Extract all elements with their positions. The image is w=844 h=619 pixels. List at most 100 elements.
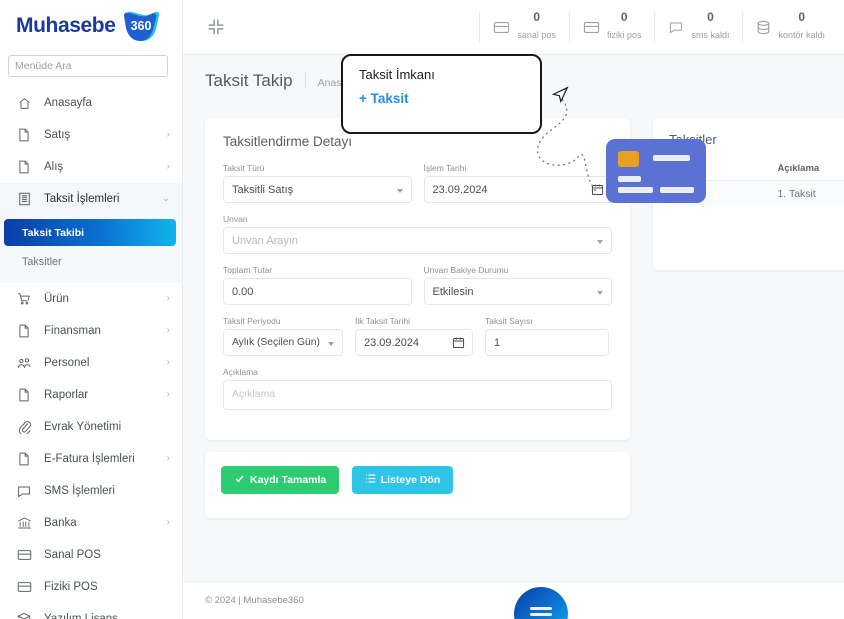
- cursor-arrow-icon: [549, 84, 571, 111]
- document-icon: [14, 158, 34, 176]
- sidebar-item-yazilim-lisans[interactable]: Yazılım Lisans: [0, 603, 182, 619]
- stat-kontor-kaldi[interactable]: 0 kontör kaldı: [742, 10, 838, 42]
- sidebar-item-fiziki-pos[interactable]: Fiziki POS: [0, 571, 182, 603]
- sidebar-item-sanal-pos[interactable]: Sanal POS: [0, 539, 182, 571]
- taksitlendirme-form-card: Taksitlendirme Detayı Taksit Türü Taksit…: [205, 118, 630, 440]
- sidebar-item-sms-islemleri[interactable]: SMS İşlemleri: [0, 475, 182, 507]
- document-icon: [14, 450, 34, 468]
- check-icon: [234, 473, 245, 487]
- field-label: Taksit Türü: [223, 163, 265, 173]
- chevron-right-icon: ›: [166, 357, 170, 368]
- sidebar-item-personel[interactable]: Personel ›: [0, 347, 182, 379]
- field-placeholder: Unvan Arayın: [232, 234, 299, 247]
- sidebar-item-raporlar[interactable]: Raporlar ›: [0, 379, 182, 411]
- taksit-sayisi-input[interactable]: 1: [485, 329, 609, 356]
- toplam-tutar-input[interactable]: 0.00: [223, 278, 412, 305]
- sidebar-item-label: SMS İşlemleri: [44, 485, 115, 497]
- ilk-taksit-tarihi-input[interactable]: 23.09.2024: [355, 329, 473, 356]
- card-icon: [14, 578, 34, 596]
- document-icon: [14, 386, 34, 404]
- save-button-label: Kaydı Tamamla: [250, 474, 327, 486]
- field-value: Taksitli Satış: [232, 183, 294, 196]
- card-icon: [583, 21, 600, 34]
- list-icon: [365, 473, 376, 487]
- document-icon: [14, 322, 34, 340]
- sidebar-item-taksit-takibi[interactable]: Taksit Takibi: [4, 219, 176, 246]
- breadcrumb-divider: [304, 73, 306, 89]
- stat-sms-kaldi[interactable]: 0 sms kaldı: [654, 10, 742, 42]
- chevron-right-icon: ›: [166, 453, 170, 464]
- save-button[interactable]: Kaydı Tamamla: [221, 466, 340, 494]
- field-label: Taksit Sayısı: [485, 316, 533, 326]
- sidebar-item-e-fatura-islemleri[interactable]: E-Fatura İşlemleri ›: [0, 443, 182, 475]
- sidebar-item-satis[interactable]: Satış ›: [0, 119, 182, 151]
- chevron-right-icon: ›: [166, 161, 170, 172]
- sidebar-item-finansman[interactable]: Finansman ›: [0, 315, 182, 347]
- sidebar-item-label: Banka: [44, 517, 77, 529]
- unvan-search-select[interactable]: Unvan Arayın: [223, 227, 612, 254]
- field-value: 0.00: [232, 285, 254, 298]
- box-icon: [14, 610, 34, 619]
- chevron-right-icon: ›: [166, 129, 170, 140]
- back-to-list-button[interactable]: Listeye Dön: [351, 466, 454, 494]
- add-taksit-link[interactable]: + Taksit: [359, 91, 524, 106]
- sidebar-item-alis[interactable]: Alış ›: [0, 151, 182, 183]
- brand-logo[interactable]: Muhasebe 360: [0, 0, 182, 52]
- sidebar-item-label: Fiziki POS: [44, 581, 98, 593]
- field-taksit-turu: Taksit Türü Taksitli Satış: [223, 163, 412, 203]
- brand-name: Muhasebe: [16, 14, 116, 37]
- sidebar-item-anasayfa[interactable]: Anasayfa: [0, 87, 182, 119]
- calendar-icon[interactable]: [591, 183, 604, 199]
- compress-icon[interactable]: [205, 16, 227, 38]
- field-unvan-bakiye-durumu: Unvan Bakiye Durumu Etkilesin: [423, 265, 612, 305]
- people-icon: [14, 354, 34, 372]
- page-title: Taksit Takip: [205, 71, 293, 90]
- aciklama-textarea[interactable]: Açıklama: [223, 380, 612, 410]
- brand-badge: 360: [130, 19, 152, 33]
- sidebar-item-label: Yazılım Lisans: [44, 613, 118, 619]
- chevron-right-icon: ›: [166, 389, 170, 400]
- field-label: Unvan: [223, 214, 248, 224]
- taksit-periyodu-select[interactable]: Aylık (Seçilen Gün): [223, 329, 343, 356]
- sidebar-item-evrak-yonetimi[interactable]: Evrak Yönetimi: [0, 411, 182, 443]
- sidebar-item-label: Satış: [44, 129, 71, 141]
- sidebar-item-label: Alış: [44, 161, 64, 173]
- chevron-right-icon: ›: [166, 517, 170, 528]
- form-row-4: Taksit Periyodu Aylık (Seçilen Gün) İlk …: [223, 316, 612, 356]
- app-root: Muhasebe 360 Anasayfa: [0, 0, 844, 619]
- stat-label: sanal pos: [517, 29, 556, 40]
- form-row-5: Açıklama Açıklama: [223, 367, 612, 410]
- sidebar-item-banka[interactable]: Banka ›: [0, 507, 182, 539]
- card-line: [660, 187, 694, 193]
- search-input[interactable]: [8, 55, 168, 77]
- menu-bars-icon: [530, 604, 552, 619]
- stat-label: fiziki pos: [606, 29, 642, 40]
- card-line: [618, 187, 653, 193]
- home-icon: [14, 94, 34, 112]
- field-unvan: Unvan Unvan Arayın: [223, 214, 612, 254]
- sidebar-item-urun[interactable]: Ürün ›: [0, 283, 182, 315]
- stat-value: 0: [620, 9, 628, 24]
- taksit-turu-select[interactable]: Taksitli Satış: [223, 176, 412, 203]
- sidebar-item-label: Taksit İşlemleri: [44, 193, 120, 205]
- calendar-icon[interactable]: [452, 336, 465, 352]
- form-row-3: Toplam Tutar 0.00 Unvan Bakiye Durumu Et…: [223, 265, 612, 305]
- sidebar-item-label: Raporlar: [44, 389, 89, 401]
- field-label: Unvan Bakiye Durumu: [423, 265, 509, 275]
- stat-sanal-pos[interactable]: 0 sanal pos: [479, 9, 569, 42]
- field-taksit-periyodu: Taksit Periyodu Aylık (Seçilen Gün): [223, 316, 343, 356]
- islem-tarihi-input[interactable]: 23.09.2024: [423, 176, 612, 203]
- sidebar-item-taksit-islemleri[interactable]: Taksit İşlemleri ⌄: [0, 183, 182, 215]
- field-label: İlk Taksit Tarihi: [355, 316, 410, 326]
- stat-value: 0: [533, 9, 541, 24]
- chevron-down-icon: ⌄: [161, 193, 170, 204]
- chat-icon: [14, 482, 34, 500]
- form-card-title: Taksitlendirme Detayı: [223, 134, 353, 149]
- stat-fiziki-pos[interactable]: 0 fiziki pos: [568, 9, 655, 42]
- sidebar-item-label: Personel: [44, 357, 90, 369]
- sidebar-item-label: Evrak Yönetimi: [44, 421, 122, 433]
- unvan-bakiye-select[interactable]: Etkilesin: [423, 278, 612, 305]
- sidebar-item-taksitler[interactable]: Taksitler: [4, 248, 176, 275]
- field-ilk-taksit-tarihi: İlk Taksit Tarihi 23.09.2024: [355, 316, 473, 356]
- field-value: 1: [494, 336, 501, 349]
